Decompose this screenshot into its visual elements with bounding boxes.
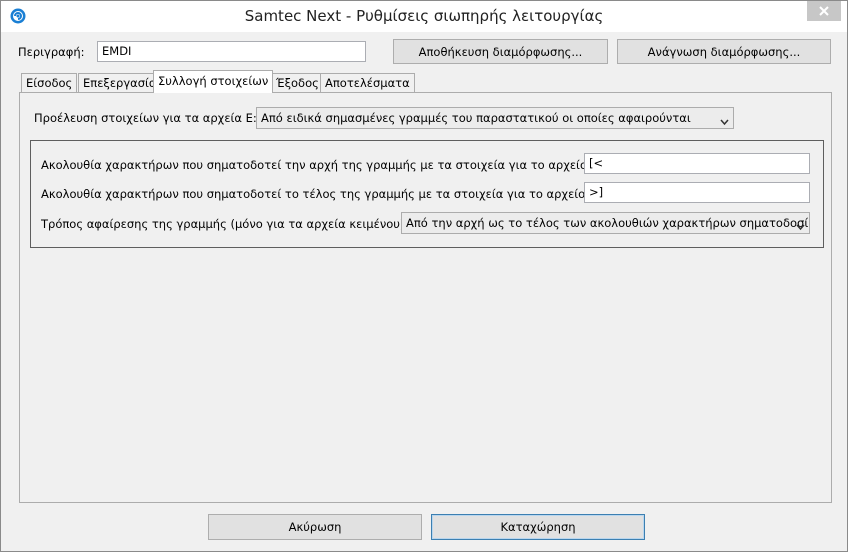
start-marker-label: Ακολουθία χαρακτήρων που σηματοδοτεί την… bbox=[41, 158, 602, 172]
submit-button[interactable]: Καταχώρηση bbox=[431, 514, 645, 540]
data-source-label: Προέλευση στοιχείων για τα αρχεία Ε: bbox=[34, 111, 257, 125]
removal-method-label: Τρόπος αφαίρεσης της γραμμής (μόνο για τ… bbox=[41, 217, 409, 231]
description-label: Περιγραφή: bbox=[18, 45, 85, 59]
end-marker-input[interactable]: >] bbox=[584, 182, 810, 203]
data-source-select[interactable]: Από ειδικά σημασμένες γραμμές του παραστ… bbox=[256, 107, 734, 129]
removal-method-select[interactable]: Από την αρχή ως το τέλος των ακολουθιών … bbox=[401, 212, 810, 234]
save-config-button[interactable]: Αποθήκευση διαμόρφωσης... bbox=[393, 39, 608, 64]
settings-window: Samtec Next - Ρυθμίσεις σιωπηρής λειτουρ… bbox=[0, 0, 848, 552]
title-bar[interactable]: Samtec Next - Ρυθμίσεις σιωπηρής λειτουρ… bbox=[1, 1, 847, 32]
tab-processing[interactable]: Επεξεργασία bbox=[78, 73, 162, 92]
cancel-button[interactable]: Ακύρωση bbox=[208, 514, 422, 540]
tab-data-collection[interactable]: Συλλογή στοιχείων bbox=[153, 70, 274, 93]
data-source-selected: Από ειδικά σημασμένες γραμμές του παραστ… bbox=[261, 111, 691, 125]
removal-method-selected: Από την αρχή ως το τέλος των ακολουθιών … bbox=[406, 216, 809, 230]
tab-input[interactable]: Είσοδος bbox=[21, 73, 78, 92]
load-config-button[interactable]: Ανάγνωση διαμόρφωσης... bbox=[617, 39, 831, 64]
start-marker-input[interactable]: [< bbox=[584, 153, 810, 174]
end-marker-label: Ακολουθία χαρακτήρων που σηματοδοτεί το … bbox=[41, 187, 601, 201]
description-input[interactable]: EMDI bbox=[97, 41, 366, 62]
window-title: Samtec Next - Ρυθμίσεις σιωπηρής λειτουρ… bbox=[244, 7, 604, 25]
tab-results[interactable]: Αποτελέσματα bbox=[320, 73, 415, 92]
chevron-down-icon bbox=[720, 114, 729, 128]
tab-output[interactable]: Έξοδος bbox=[271, 73, 324, 92]
close-icon bbox=[819, 6, 829, 16]
close-button[interactable] bbox=[807, 1, 841, 21]
chevron-down-icon bbox=[796, 219, 805, 233]
